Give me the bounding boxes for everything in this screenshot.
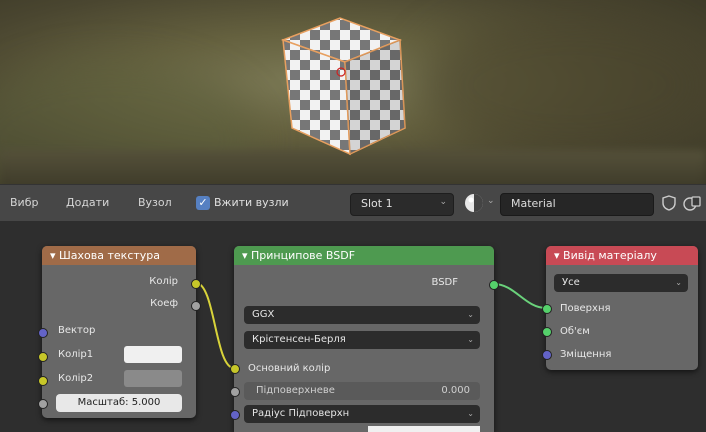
scale-label: Масштаб: (77, 397, 129, 408)
menu-select[interactable]: Вибр (10, 196, 38, 209)
scale-field[interactable]: Масштаб: 5.000 (56, 394, 182, 412)
socket-color1-in[interactable] (38, 352, 48, 362)
input-vector-label: Вектор (58, 325, 96, 336)
socket-color2-in[interactable] (38, 376, 48, 386)
menu-node[interactable]: Вузол (138, 196, 172, 209)
principled-bsdf-node[interactable]: ▾ Принципове BSDF BSDF GGX ⌄ Крістенсен-… (234, 246, 494, 432)
chevron-down-icon: ⌄ (675, 278, 682, 287)
3d-viewport[interactable] (0, 0, 706, 184)
use-nodes-checkbox[interactable]: ✓ (196, 196, 210, 210)
color2-swatch[interactable] (124, 370, 182, 387)
input-color2-label: Колір2 (58, 373, 94, 384)
collapse-triangle-icon[interactable]: ▾ (242, 249, 248, 262)
bsdf-node-title: Принципове BSDF (251, 249, 356, 262)
chevron-down-icon: ⌄ (467, 409, 474, 418)
output-target-value: Усе (562, 277, 580, 288)
duplicate-material-icon[interactable] (682, 194, 702, 212)
checker-cube[interactable] (0, 0, 706, 184)
output-color-label: Колір (149, 276, 178, 287)
subsurface-radius-label: Радіус Підповерхн (252, 408, 350, 419)
input-color1-label: Колір1 (58, 349, 94, 360)
chevron-down-icon: ⌄ (467, 310, 474, 319)
subsurface-method-dropdown[interactable]: Крістенсен-Берля ⌄ (244, 331, 480, 349)
chevron-down-icon: ⌄ (439, 197, 447, 207)
distribution-value: GGX (252, 309, 275, 320)
color1-swatch[interactable] (124, 346, 182, 363)
socket-subsurface-radius-in[interactable] (230, 410, 240, 420)
slot-value: Slot 1 (361, 197, 393, 210)
bsdf-node-header[interactable]: ▾ Принципове BSDF (234, 246, 494, 265)
subsurface-label: Підповерхневе (256, 385, 335, 396)
checker-node-header[interactable]: ▾ Шахова текстура (42, 246, 196, 265)
socket-scale-in[interactable] (38, 399, 48, 409)
socket-color-out[interactable] (191, 279, 201, 289)
use-nodes-label: Вжити вузли (214, 196, 289, 209)
output-node-header[interactable]: ▾ Вивід матеріалу (546, 246, 698, 265)
socket-subsurface-in[interactable] (230, 387, 240, 397)
material-name-field[interactable]: Material (500, 193, 654, 216)
socket-displacement-in[interactable] (542, 350, 552, 360)
subsurface-method-value: Крістенсен-Берля (252, 334, 346, 345)
displacement-label: Зміщення (560, 349, 612, 360)
socket-vector-in[interactable] (38, 328, 48, 338)
surface-label: Поверхня (560, 303, 611, 314)
volume-label: Об'єм (560, 326, 590, 337)
collapse-triangle-icon[interactable]: ▾ (554, 249, 560, 262)
scale-value: 5.000 (131, 397, 161, 408)
next-field-swatch[interactable] (368, 426, 480, 432)
collapse-triangle-icon[interactable]: ▾ (50, 249, 56, 262)
chevron-down-icon[interactable]: ⌄ (487, 196, 495, 206)
socket-volume-in[interactable] (542, 327, 552, 337)
output-node-title: Вивід матеріалу (563, 249, 657, 262)
material-output-node[interactable]: ▾ Вивід матеріалу Усе ⌄ Поверхня Об'єм З… (546, 246, 698, 370)
material-name: Material (511, 197, 556, 210)
subsurface-value: 0.000 (441, 385, 470, 396)
socket-surface-in[interactable] (542, 304, 552, 314)
socket-basecolor-in[interactable] (230, 364, 240, 374)
checker-node-title: Шахова текстура (59, 249, 161, 262)
subsurface-radius-dropdown[interactable]: Радіус Підповерхн ⌄ (244, 405, 480, 423)
base-color-label: Основний колір (248, 363, 331, 374)
subsurface-slider[interactable]: Підповерхневе 0.000 (244, 382, 480, 400)
slot-dropdown[interactable]: Slot 1 ⌄ (350, 193, 454, 216)
fake-user-shield-icon[interactable] (660, 194, 678, 212)
checker-texture-node[interactable]: ▾ Шахова текстура Колір Коеф Вектор Колі… (42, 246, 196, 418)
output-target-dropdown[interactable]: Усе ⌄ (554, 274, 688, 292)
socket-bsdf-out[interactable] (489, 280, 499, 290)
material-sphere-icon[interactable] (462, 192, 486, 214)
output-bsdf-label: BSDF (431, 277, 458, 288)
chevron-down-icon: ⌄ (467, 335, 474, 344)
output-fac-label: Коеф (150, 298, 178, 309)
socket-fac-out[interactable] (191, 301, 201, 311)
menu-add[interactable]: Додати (66, 196, 109, 209)
distribution-dropdown[interactable]: GGX ⌄ (244, 306, 480, 324)
